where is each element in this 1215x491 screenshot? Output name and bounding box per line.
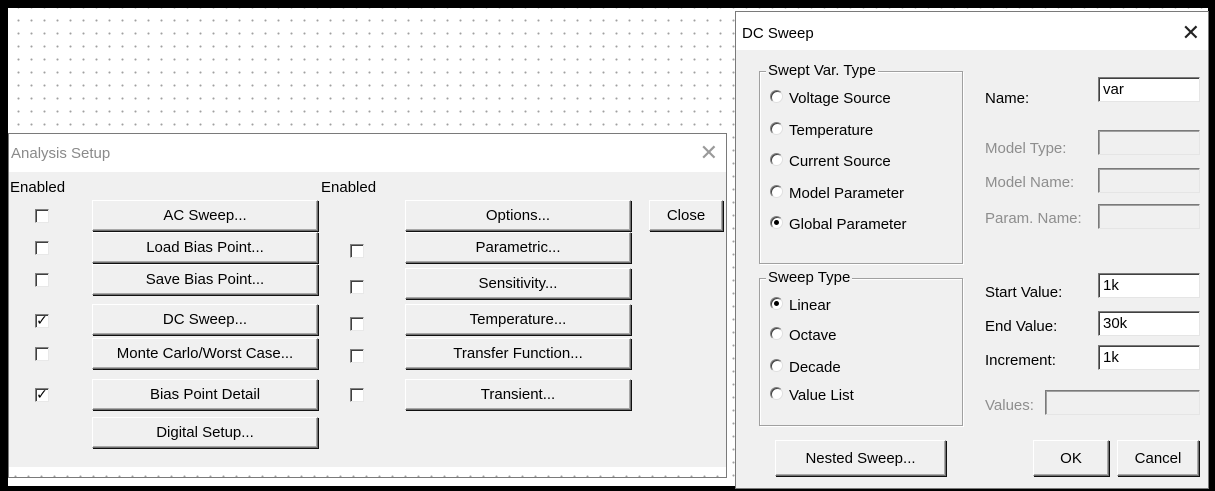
close-button[interactable]: Close	[649, 200, 723, 231]
enabled-header-right: Enabled	[321, 179, 377, 196]
close-icon[interactable]: ✕	[700, 140, 718, 166]
radio-button[interactable]	[770, 358, 783, 372]
radio-temperature[interactable]: Temperature	[770, 121, 873, 143]
checkbox-dc-sweep[interactable]: ✓	[35, 313, 49, 328]
radio-label: Global Parameter	[789, 215, 907, 233]
end-value-field[interactable]	[1098, 311, 1200, 336]
radio-model-parameter[interactable]: Model Parameter	[770, 184, 904, 206]
model-type-label: Model Type:	[985, 140, 1067, 157]
checkbox-sensitivity[interactable]	[350, 280, 364, 294]
close-icon[interactable]: ✕	[1182, 20, 1200, 46]
radio-global-parameter[interactable]: Global Parameter	[770, 215, 907, 237]
enabled-header-left: Enabled	[10, 179, 66, 196]
end-value-label: End Value:	[985, 318, 1058, 335]
sensitivity-button[interactable]: Sensitivity...	[405, 268, 631, 299]
param-name-field	[1098, 204, 1200, 229]
radio-voltage-source[interactable]: Voltage Source	[770, 89, 891, 111]
transfer-function-button[interactable]: Transfer Function...	[405, 338, 631, 369]
radio-label: Current Source	[789, 152, 891, 170]
swept-var-type-group: Swept Var. Type Voltage Source Temperatu…	[759, 62, 963, 264]
radio-button-selected[interactable]	[770, 296, 783, 310]
radio-label: Linear	[789, 296, 831, 314]
param-name-label: Param. Name:	[985, 210, 1082, 227]
digital-setup-button[interactable]: Digital Setup...	[92, 417, 318, 448]
radio-label: Value List	[789, 386, 854, 404]
checkbox-bias-point-detail[interactable]: ✓	[35, 387, 49, 402]
radio-label: Temperature	[789, 121, 874, 139]
ok-button[interactable]: OK	[1033, 440, 1109, 476]
group-legend: Sweep Type	[766, 269, 853, 286]
parametric-button[interactable]: Parametric...	[405, 232, 631, 263]
nested-sweep-button[interactable]: Nested Sweep...	[775, 440, 946, 476]
window-title: Analysis Setup	[11, 145, 111, 162]
checkbox-transfer-function[interactable]	[350, 349, 364, 363]
increment-label: Increment:	[985, 352, 1056, 369]
group-legend: Swept Var. Type	[766, 62, 878, 79]
checkbox-transient[interactable]	[350, 388, 364, 402]
radio-label: Voltage Source	[789, 89, 891, 107]
dc-sweep-button[interactable]: DC Sweep...	[92, 304, 318, 335]
checkbox-load-bias-point[interactable]	[35, 241, 49, 255]
checkbox-save-bias-point[interactable]	[35, 273, 49, 287]
radio-button[interactable]	[770, 89, 783, 103]
radio-label: Decade	[789, 358, 841, 376]
dc-sweep-titlebar[interactable]: DC Sweep ✕	[736, 12, 1208, 50]
radio-button[interactable]	[770, 121, 783, 135]
increment-field[interactable]	[1098, 345, 1200, 370]
radio-button[interactable]	[770, 152, 783, 166]
load-bias-point-button[interactable]: Load Bias Point...	[92, 232, 318, 263]
dialog-title: DC Sweep	[742, 25, 814, 42]
values-field	[1045, 390, 1200, 415]
radio-button-selected[interactable]	[770, 215, 783, 229]
radio-value-list[interactable]: Value List	[770, 386, 854, 408]
temperature-button[interactable]: Temperature...	[405, 304, 631, 335]
cancel-button[interactable]: Cancel	[1117, 440, 1199, 476]
radio-octave[interactable]: Octave	[770, 326, 837, 348]
radio-button[interactable]	[770, 184, 783, 198]
save-bias-point-button[interactable]: Save Bias Point...	[92, 264, 318, 295]
radio-label: Model Parameter	[789, 184, 905, 202]
radio-button[interactable]	[770, 386, 783, 400]
radio-label: Octave	[789, 326, 837, 344]
transient-button[interactable]: Transient...	[405, 379, 631, 410]
radio-button[interactable]	[770, 326, 783, 340]
model-name-label: Model Name:	[985, 174, 1075, 191]
checkbox-temperature[interactable]	[350, 317, 364, 331]
sweep-type-group: Sweep Type Linear Octave Decade Value Li…	[759, 269, 963, 426]
ac-sweep-button[interactable]: AC Sweep...	[92, 200, 318, 231]
start-value-label: Start Value:	[985, 284, 1063, 301]
dc-sweep-dialog: DC Sweep ✕ Swept Var. Type Voltage Sourc…	[735, 11, 1209, 489]
name-label: Name:	[985, 90, 1030, 107]
model-type-field	[1098, 130, 1200, 155]
bias-point-detail-button[interactable]: Bias Point Detail	[92, 379, 318, 410]
canvas-strip	[9, 467, 726, 477]
analysis-setup-window: Analysis Setup ✕ Enabled Enabled AC Swee…	[8, 133, 727, 478]
radio-decade[interactable]: Decade	[770, 358, 841, 380]
options-button[interactable]: Options...	[405, 200, 631, 231]
checkbox-ac-sweep[interactable]	[35, 209, 49, 223]
model-name-field	[1098, 168, 1200, 193]
radio-current-source[interactable]: Current Source	[770, 152, 891, 174]
start-value-field[interactable]	[1098, 273, 1200, 298]
checkbox-parametric[interactable]	[350, 244, 364, 258]
analysis-setup-titlebar[interactable]: Analysis Setup ✕	[9, 134, 726, 172]
monte-carlo-button[interactable]: Monte Carlo/Worst Case...	[92, 338, 318, 369]
checkbox-monte-carlo[interactable]	[35, 347, 49, 361]
values-label: Values:	[985, 397, 1034, 414]
name-field[interactable]	[1098, 77, 1200, 102]
radio-linear[interactable]: Linear	[770, 296, 831, 318]
